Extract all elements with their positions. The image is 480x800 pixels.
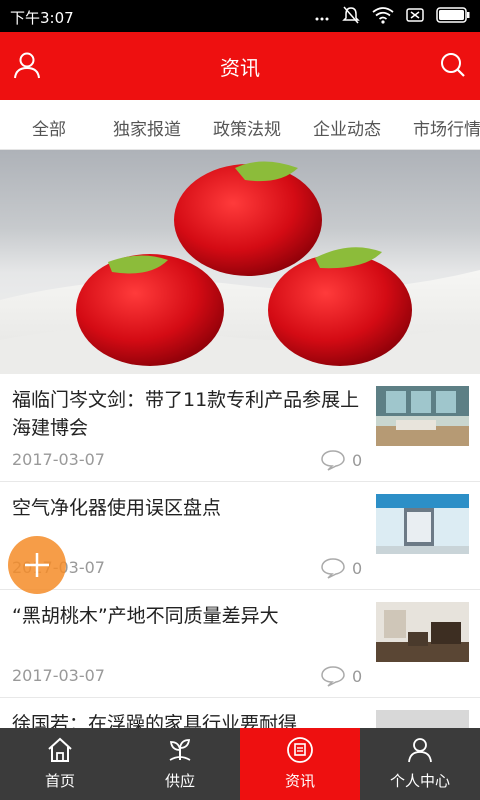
comment-count-value: 0 bbox=[352, 666, 363, 686]
comment-count: 0 bbox=[320, 449, 362, 471]
status-icons bbox=[314, 5, 470, 25]
search-button[interactable] bbox=[438, 50, 468, 84]
comment-count: 0 bbox=[320, 665, 362, 687]
category-tab-bar: 全部 独家报道 政策法规 企业动态 市场行情 bbox=[0, 100, 480, 150]
status-bar: 下午3:07 bbox=[0, 0, 480, 32]
news-title: 空气净化器使用误区盘点 bbox=[12, 497, 222, 519]
comment-count-value: 0 bbox=[352, 450, 363, 470]
mute-bell-icon bbox=[342, 6, 360, 24]
signal-dots-icon bbox=[315, 17, 329, 21]
nav-home[interactable]: 首页 bbox=[0, 728, 120, 800]
nav-supply[interactable]: 供应 bbox=[120, 728, 240, 800]
plus-icon bbox=[25, 553, 49, 577]
battery-icon bbox=[436, 7, 470, 23]
nav-home-label: 首页 bbox=[44, 772, 75, 790]
sim-icon bbox=[406, 8, 424, 22]
news-date: 2017-03-07 bbox=[12, 666, 105, 685]
app-header: 资讯 bbox=[0, 32, 480, 100]
page-title: 资讯 bbox=[220, 56, 260, 80]
tab-policy[interactable]: 政策法规 bbox=[213, 115, 281, 140]
nav-profile-label: 个人中心 bbox=[389, 772, 450, 790]
tab-exclusive[interactable]: 独家报道 bbox=[113, 115, 181, 140]
news-date: 2017-03-07 bbox=[12, 450, 105, 469]
status-time: 下午3:07 bbox=[10, 9, 74, 27]
news-thumbnail bbox=[376, 602, 469, 662]
comment-count: 0 bbox=[320, 557, 362, 579]
comment-icon bbox=[321, 450, 345, 471]
wifi-icon bbox=[372, 7, 394, 24]
news-item[interactable]: 福临门岑文剑：带了11款专利产品参展上海建博会 2017-03-07 0 bbox=[0, 374, 480, 482]
tab-all[interactable]: 全部 bbox=[32, 115, 66, 140]
banner-image[interactable] bbox=[0, 150, 480, 374]
news-thumbnail bbox=[376, 494, 469, 554]
news-title: 福临门岑文剑：带了11款专利产品参展上海建博会 bbox=[12, 389, 360, 439]
nav-supply-label: 供应 bbox=[164, 772, 195, 790]
tab-company-news[interactable]: 企业动态 bbox=[313, 115, 381, 140]
nav-news-label: 资讯 bbox=[284, 772, 315, 790]
comment-icon bbox=[321, 558, 345, 579]
add-button[interactable] bbox=[8, 536, 66, 594]
comment-icon bbox=[321, 666, 345, 687]
news-item[interactable]: “黑胡桃木”产地不同质量差异大 2017-03-07 0 bbox=[0, 590, 480, 698]
comment-count-value: 0 bbox=[352, 558, 363, 578]
news-title: “黑胡桃木”产地不同质量差异大 bbox=[12, 605, 279, 627]
knitted-apples-image bbox=[0, 161, 480, 374]
supply-icon bbox=[169, 739, 191, 761]
news-item[interactable]: 空气净化器使用误区盘点 2017-03-07 0 bbox=[0, 482, 480, 590]
nav-news[interactable]: 资讯 bbox=[240, 728, 360, 800]
news-thumbnail bbox=[376, 386, 469, 446]
user-icon bbox=[408, 738, 432, 763]
news-icon bbox=[287, 737, 313, 763]
search-icon bbox=[441, 53, 465, 77]
home-icon bbox=[48, 737, 72, 762]
tab-market[interactable]: 市场行情 bbox=[413, 115, 480, 140]
nav-profile[interactable]: 个人中心 bbox=[360, 728, 480, 800]
bottom-nav: 首页 供应 资讯 个人中心 bbox=[0, 728, 480, 800]
